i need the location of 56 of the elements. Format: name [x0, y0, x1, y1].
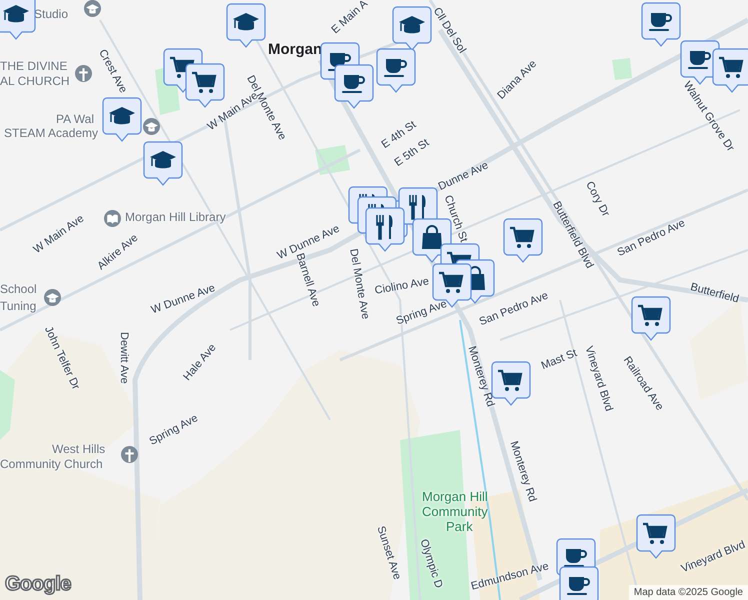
street-label: Ciolino Ave	[374, 276, 430, 297]
park-label: Park	[446, 520, 473, 533]
fork-knife-marker[interactable]	[365, 207, 405, 253]
graduation-cap-marker[interactable]	[392, 6, 432, 52]
place-label: STEAM Academy	[4, 127, 98, 139]
street-label: Mast St	[540, 348, 579, 372]
street-label: Crest Ave	[96, 48, 128, 96]
place-label: Morgan Hill Library	[125, 211, 226, 223]
cross-icon[interactable]	[75, 65, 92, 82]
street-label: John Telfer Dr	[42, 325, 81, 392]
graduation-cap-marker[interactable]	[0, 0, 36, 41]
street-label: San Pedro Ave	[478, 290, 550, 328]
street-label: Olympic D	[418, 538, 444, 590]
place-label: Studio	[34, 8, 68, 20]
google-logo[interactable]: Google	[5, 573, 71, 596]
street-label: Cory Dr	[583, 180, 611, 219]
graduation-cap-icon[interactable]	[143, 118, 160, 135]
place-label: AL CHURCH	[0, 75, 70, 87]
street-label: W Main Ave	[32, 213, 86, 256]
street-label: San Pedro Ave	[616, 218, 687, 259]
shopping-cart-marker[interactable]	[712, 48, 748, 94]
street-label: Church St	[442, 194, 469, 244]
graduation-cap-marker[interactable]	[143, 141, 183, 187]
park-area	[0, 370, 15, 440]
park-area	[315, 145, 350, 175]
coffee-cup-marker[interactable]	[376, 48, 416, 94]
graduation-cap-icon[interactable]	[84, 0, 101, 17]
park-label: Morgan Hill	[422, 490, 488, 503]
street-label: Spring Ave	[395, 298, 449, 328]
place-label: Community Church	[0, 458, 103, 470]
place-label: School	[0, 283, 37, 295]
place-label: PA Wal	[56, 113, 94, 125]
street-label: Cll Del Sol	[430, 6, 468, 56]
graduation-cap-marker[interactable]	[102, 97, 142, 143]
street-label: W Dunne Ave	[150, 283, 217, 316]
graduation-cap-marker[interactable]	[226, 3, 266, 49]
town-label: Morgan	[268, 42, 322, 57]
book-icon[interactable]	[104, 210, 121, 227]
graduation-cap-icon[interactable]	[44, 289, 61, 306]
coffee-cup-marker[interactable]	[559, 566, 599, 600]
shopping-cart-marker[interactable]	[503, 218, 543, 264]
place-label: Tuning	[0, 300, 36, 312]
place-label: West Hills	[52, 443, 106, 455]
street-label: Sunset Ave	[374, 525, 402, 582]
coffee-cup-marker[interactable]	[334, 64, 374, 110]
street-label: Del Monte Ave	[347, 248, 370, 320]
cross-icon[interactable]	[121, 446, 138, 463]
shopping-cart-marker[interactable]	[631, 296, 671, 342]
park-area	[612, 58, 632, 80]
coffee-cup-marker[interactable]	[641, 2, 681, 48]
street-label: Barnell Ave	[294, 252, 322, 308]
place-label: THE DIVINE	[0, 60, 68, 72]
street-label: Dewitt Ave	[118, 332, 129, 384]
map-attribution: Map data ©2025 Google	[628, 585, 748, 600]
street-label: Dunne Ave	[437, 160, 490, 193]
park-label: Community	[422, 505, 488, 518]
